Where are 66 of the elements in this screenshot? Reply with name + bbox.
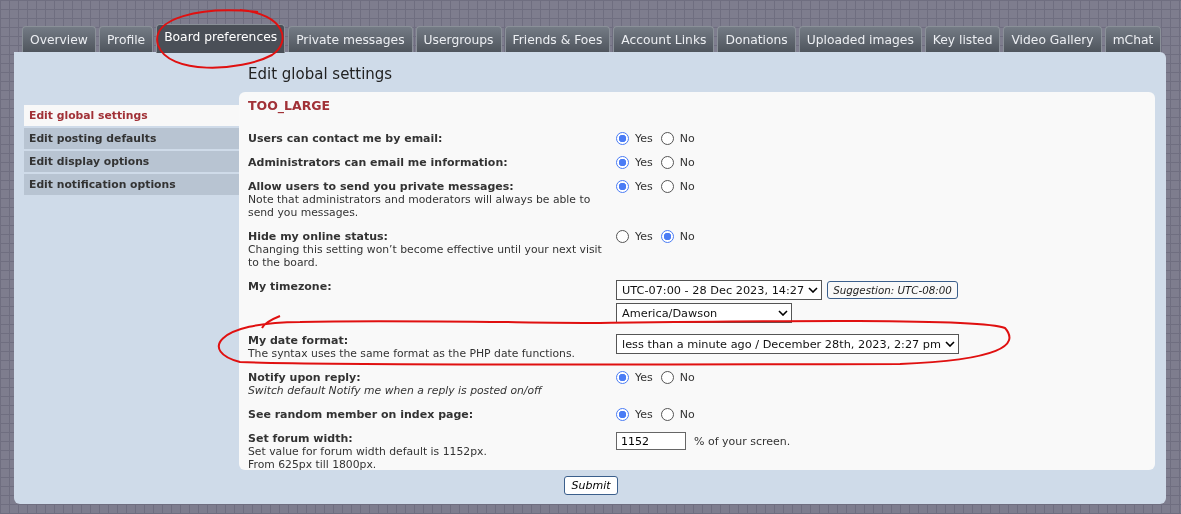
tab[interactable]: Overview	[22, 26, 96, 52]
radio-button[interactable]	[616, 180, 629, 193]
option-label: No	[679, 156, 695, 169]
setting-explanation: Changing this setting won’t become effective until your next visit to the board.	[248, 243, 603, 269]
chevron-icon	[945, 341, 956, 347]
setting-label: My date format:	[248, 334, 350, 347]
radio-button[interactable]	[616, 230, 629, 243]
setting-explanation: Set value for forum width default is 1152px. From 625px till 1800px.	[248, 445, 488, 471]
radio-button[interactable]	[660, 132, 674, 145]
option-label: No	[679, 230, 695, 243]
tab[interactable]: Profile	[98, 26, 154, 52]
radio-button[interactable]	[660, 408, 674, 421]
radio-button[interactable]	[660, 156, 674, 169]
sidebar-item[interactable]: Edit posting defaults	[24, 128, 239, 149]
setting-label: Allow users to send you private messages:	[248, 180, 515, 193]
setting-label: Administrators can email me information:	[248, 156, 509, 169]
setting-label: My timezone:	[248, 280, 333, 293]
setting-label: Hide my online status:	[248, 230, 389, 243]
option-label: Yes	[635, 408, 653, 421]
radio-button[interactable]	[660, 371, 674, 384]
radio-button[interactable]	[616, 132, 629, 145]
tab[interactable]: Usergroups	[415, 26, 502, 52]
tab[interactable]: Uploaded images	[798, 26, 922, 52]
radio-button[interactable]	[616, 156, 629, 169]
sidebar-item[interactable]: Edit notification options	[24, 174, 239, 195]
setting-explanation: Note that administrators and moderators will always be able to send you messages.	[248, 193, 592, 219]
setting-label: Notify upon reply:	[248, 371, 362, 384]
tab[interactable]: Friends & Foes	[504, 26, 611, 52]
timezone-select[interactable]: America/Dawson	[616, 303, 792, 323]
option-label: No	[679, 408, 695, 421]
tab[interactable]: Key listed	[924, 26, 1001, 52]
radio-button[interactable]	[660, 230, 674, 243]
date-format-select[interactable]: less than a minute ago / December 28th, 2023, 2:27 pm	[616, 334, 960, 354]
suggestion-button[interactable]: Suggestion: UTC-08:00	[827, 281, 958, 299]
radio-button[interactable]	[660, 180, 674, 193]
page-heading: Edit global settings	[248, 64, 393, 83]
tab[interactable]: mChat	[1104, 26, 1162, 52]
tab[interactable]: Donations	[717, 26, 796, 52]
option-label: Yes	[635, 132, 653, 145]
sidebar-item[interactable]: Edit global settings	[24, 105, 239, 126]
submit-button[interactable]: Submit	[564, 476, 618, 495]
setting-explanation: The syntax uses the same format as the PHP date functions.	[248, 347, 576, 360]
radio-button[interactable]	[616, 371, 629, 384]
setting-label: Users can contact me by email:	[248, 132, 444, 145]
unit-label: % of your screen.	[694, 434, 791, 448]
chevron-icon	[778, 310, 788, 316]
width-input[interactable]: 1152	[616, 432, 686, 450]
option-label: Yes	[635, 371, 653, 384]
tab[interactable]: Account Links	[613, 26, 715, 52]
option-label: No	[679, 132, 695, 145]
timezone-select[interactable]: UTC-07:00 - 28 Dec 2023, 14:27	[616, 280, 823, 300]
tab[interactable]: Video Gallery	[1003, 26, 1102, 52]
setting-label: See random member on index page:	[248, 408, 475, 421]
option-label: Yes	[635, 180, 653, 193]
tab[interactable]: Private messages	[288, 26, 413, 52]
option-label: Yes	[635, 156, 653, 169]
section-title: TOO_LARGE	[248, 98, 332, 113]
tab[interactable]: Board preferences	[156, 24, 286, 53]
radio-button[interactable]	[616, 408, 629, 421]
setting-explanation: Switch default Notify me when a reply is posted on/off	[248, 384, 544, 397]
chevron-icon	[808, 287, 819, 293]
setting-label: Set forum width:	[248, 432, 354, 445]
sidebar-item[interactable]: Edit display options	[24, 151, 239, 172]
option-label: No	[679, 371, 695, 384]
option-label: Yes	[635, 230, 653, 243]
option-label: No	[679, 180, 695, 193]
